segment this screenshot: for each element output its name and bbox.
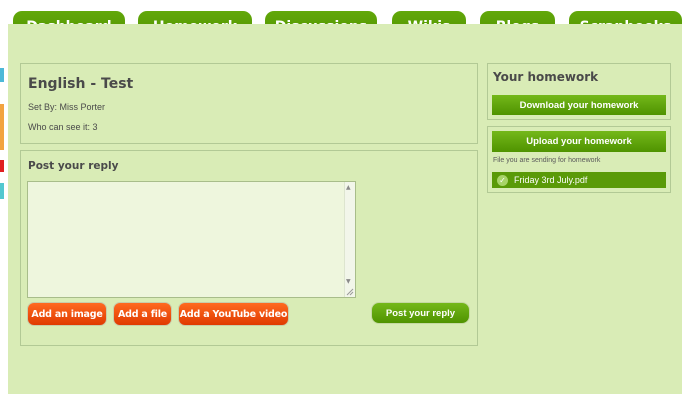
download-homework-button[interactable]: Download your homework [492,95,666,115]
scroll-down-arrow-icon[interactable]: ▼ [346,278,351,285]
reply-heading: Post your reply [28,160,119,172]
set-by-text: Set By: Miss Porter [28,102,106,112]
upload-homework-button[interactable]: Upload your homework [492,131,666,152]
add-image-button[interactable]: Add an image [27,302,107,326]
left-edge-decoration-orange [0,104,4,150]
add-youtube-video-button[interactable]: Add a YouTube video [178,302,289,326]
add-file-button[interactable]: Add a file [113,302,172,326]
scroll-up-arrow-icon[interactable]: ▲ [346,184,351,191]
uploaded-file-item: ✓ Friday 3rd July.pdf [492,172,666,188]
assignment-info-panel: English - Test Set By: Miss Porter Who c… [20,63,478,144]
visibility-text: Who can see it: 3 [28,122,98,132]
left-edge-decoration-blue [0,68,4,82]
resize-grip-icon[interactable] [345,287,354,296]
check-circle-icon: ✓ [497,174,508,186]
sending-file-label: File you are sending for homework [493,157,601,164]
uploaded-file-name: Friday 3rd July.pdf [514,175,588,185]
assignment-title: English - Test [28,76,134,92]
left-edge-decoration-teal [0,183,4,199]
reply-textarea[interactable]: ▲ ▼ [27,181,356,298]
left-edge-decoration-red [0,160,4,172]
textarea-scrollbar[interactable]: ▲ ▼ [344,182,355,297]
homework-heading: Your homework [493,70,599,84]
post-reply-button[interactable]: Post your reply [371,302,470,324]
